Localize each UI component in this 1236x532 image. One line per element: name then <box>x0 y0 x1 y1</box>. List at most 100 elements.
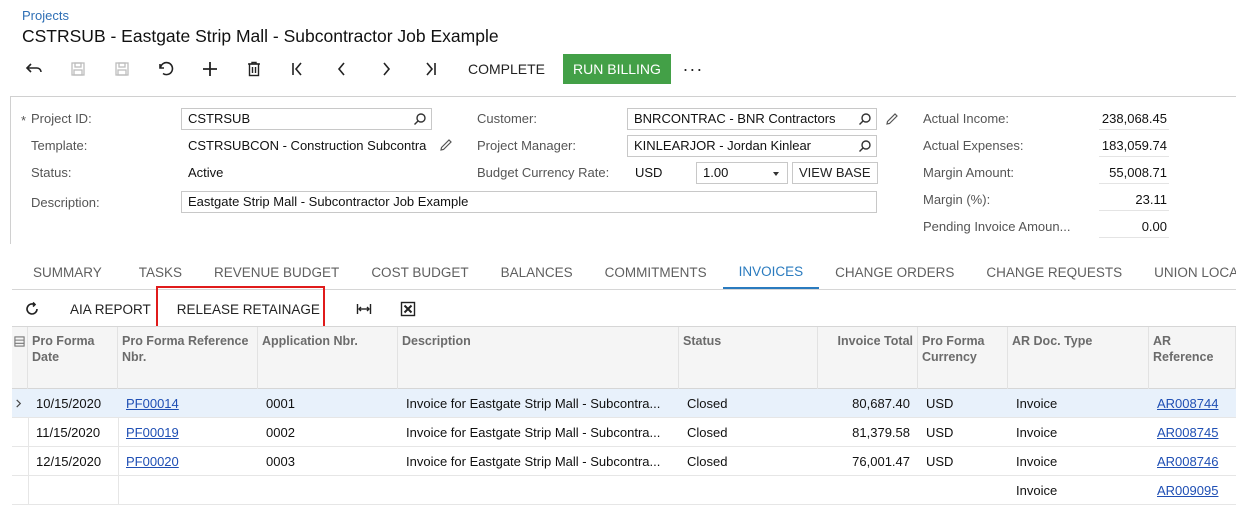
status-label: Status: <box>31 165 72 180</box>
next-icon[interactable] <box>364 54 408 84</box>
column-header[interactable]: Application Nbr. <box>258 327 398 389</box>
complete-button[interactable]: COMPLETE <box>458 54 555 84</box>
application-nbr[interactable]: 0002 <box>258 418 398 447</box>
column-header[interactable]: Description <box>398 327 679 389</box>
view-base-button[interactable]: VIEW BASE <box>792 162 878 184</box>
ar-reference-link[interactable]: AR008744 <box>1157 396 1218 411</box>
ar-reference-link[interactable]: AR008745 <box>1157 425 1218 440</box>
pro-forma-date[interactable]: 11/15/2020 <box>28 418 118 447</box>
actual-income-label: Actual Income: <box>923 111 1009 126</box>
invoice-status[interactable]: Closed <box>679 389 818 418</box>
tab-summary[interactable]: SUMMARY <box>12 256 123 289</box>
pro-forma-date[interactable]: 12/15/2020 <box>28 447 118 476</box>
ar-reference-link[interactable]: AR009095 <box>1157 483 1218 498</box>
table-row[interactable]: 12/15/2020 PF00020 0003 Invoice for East… <box>12 447 1236 476</box>
application-nbr[interactable]: 0001 <box>258 389 398 418</box>
invoice-total[interactable]: 81,379.58 <box>818 418 918 447</box>
pro-forma-currency[interactable]: USD <box>918 447 1008 476</box>
first-icon[interactable] <box>276 54 320 84</box>
edit-icon[interactable] <box>885 112 899 126</box>
previous-icon[interactable] <box>320 54 364 84</box>
tab-change-orders[interactable]: CHANGE ORDERS <box>819 256 970 289</box>
release-retainage-highlight <box>156 286 325 330</box>
back-icon[interactable] <box>12 54 56 84</box>
project-id-value: CSTRSUB <box>188 111 251 126</box>
invoice-total[interactable]: 80,687.40 <box>818 389 918 418</box>
export-excel-icon[interactable] <box>388 294 428 324</box>
required-mark: * <box>21 113 27 128</box>
tab-union-locals[interactable]: UNION LOCALS <box>1138 256 1236 289</box>
ar-reference-cell: AR008746 <box>1149 447 1236 476</box>
ar-doc-type[interactable]: Invoice <box>1008 389 1149 418</box>
row-selector-icon[interactable] <box>12 389 28 418</box>
invoice-status[interactable]: Closed <box>679 418 818 447</box>
tab-cost-budget[interactable]: COST BUDGET <box>355 256 484 289</box>
tab-change-requests[interactable]: CHANGE REQUESTS <box>970 256 1138 289</box>
refresh-icon[interactable] <box>12 294 52 324</box>
actual-income-value: 238,068.45 <box>1099 108 1169 130</box>
breadcrumb[interactable]: Projects <box>22 8 69 23</box>
delete-icon[interactable] <box>232 54 276 84</box>
project-id-field[interactable]: CSTRSUB <box>181 108 432 130</box>
invoice-status[interactable]: Closed <box>679 447 818 476</box>
template-value[interactable]: CSTRSUBCON - Construction Subcontra <box>188 138 428 153</box>
table-row[interactable]: 11/15/2020 PF00019 0002 Invoice for East… <box>12 418 1236 447</box>
pro-forma-date[interactable]: 10/15/2020 <box>28 389 118 418</box>
tab-balances[interactable]: BALANCES <box>485 256 589 289</box>
column-header[interactable]: Pro Forma Currency <box>918 327 1008 389</box>
edit-icon[interactable] <box>439 138 453 152</box>
tab-tasks[interactable]: TASKS <box>123 256 198 289</box>
application-nbr[interactable]: 0003 <box>258 447 398 476</box>
pending-invoice-label: Pending Invoice Amoun... <box>923 219 1071 234</box>
save-close-icon[interactable] <box>56 54 100 84</box>
customer-field[interactable]: BNRCONTRAC - BNR Contractors <box>627 108 877 130</box>
run-billing-button[interactable]: RUN BILLING <box>563 54 671 84</box>
column-header[interactable]: Pro Forma Reference Nbr. <box>118 327 258 389</box>
invoice-total[interactable]: 76,001.47 <box>818 447 918 476</box>
ar-doc-type[interactable]: Invoice <box>1008 476 1149 505</box>
tab-commitments[interactable]: COMMITMENTS <box>589 256 723 289</box>
fit-columns-icon[interactable] <box>344 294 384 324</box>
column-header[interactable]: Status <box>679 327 818 389</box>
column-settings-icon[interactable] <box>12 327 28 389</box>
ar-doc-type[interactable]: Invoice <box>1008 447 1149 476</box>
pro-forma-ref-link[interactable]: PF00014 <box>126 396 179 411</box>
table-row[interactable]: Invoice AR009095 <box>12 476 1236 505</box>
pro-forma-currency[interactable]: USD <box>918 418 1008 447</box>
search-icon[interactable] <box>858 112 872 126</box>
search-icon[interactable] <box>858 139 872 153</box>
tab-bar: SUMMARY TASKS REVENUE BUDGET COST BUDGET… <box>12 256 1236 290</box>
pro-forma-currency[interactable]: USD <box>918 389 1008 418</box>
search-icon[interactable] <box>413 112 427 126</box>
rate-value: 1.00 <box>703 165 729 180</box>
ar-doc-type[interactable]: Invoice <box>1008 418 1149 447</box>
column-header[interactable]: Pro Forma Date <box>28 327 118 389</box>
last-icon[interactable] <box>408 54 452 84</box>
invoice-description[interactable]: Invoice for Eastgate Strip Mall - Subcon… <box>398 418 679 447</box>
tab-revenue-budget[interactable]: REVENUE BUDGET <box>198 256 355 289</box>
add-icon[interactable] <box>188 54 232 84</box>
invoice-description[interactable]: Invoice for Eastgate Strip Mall - Subcon… <box>398 389 679 418</box>
pro-forma-ref-link[interactable]: PF00020 <box>126 454 179 469</box>
pro-forma-ref-cell: PF00020 <box>118 447 258 476</box>
column-header[interactable]: AR Reference <box>1149 327 1236 389</box>
aia-report-button[interactable]: AIA REPORT <box>60 294 161 324</box>
description-field[interactable]: Eastgate Strip Mall - Subcontractor Job … <box>181 191 877 213</box>
pro-forma-ref-link[interactable]: PF00019 <box>126 425 179 440</box>
pro-forma-ref-cell: PF00014 <box>118 389 258 418</box>
undo-icon[interactable] <box>144 54 188 84</box>
tab-invoices[interactable]: INVOICES <box>722 256 820 289</box>
column-header[interactable]: Invoice Total <box>818 327 918 389</box>
currency-value: USD <box>635 165 663 180</box>
margin-amount-value: 55,008.71 <box>1099 162 1169 184</box>
more-button[interactable]: ··· <box>671 54 715 84</box>
status-value[interactable]: Active <box>188 165 223 180</box>
column-header[interactable]: AR Doc. Type <box>1008 327 1149 389</box>
project-manager-field[interactable]: KINLEARJOR - Jordan Kinlear <box>627 135 877 157</box>
save-icon[interactable] <box>100 54 144 84</box>
invoice-description[interactable]: Invoice for Eastgate Strip Mall - Subcon… <box>398 447 679 476</box>
rate-select[interactable]: 1.00 <box>696 162 788 184</box>
ar-reference-link[interactable]: AR008746 <box>1157 454 1218 469</box>
margin-pct-label: Margin (%): <box>923 192 991 207</box>
table-row[interactable]: 10/15/2020 PF00014 0001 Invoice for East… <box>12 389 1236 418</box>
